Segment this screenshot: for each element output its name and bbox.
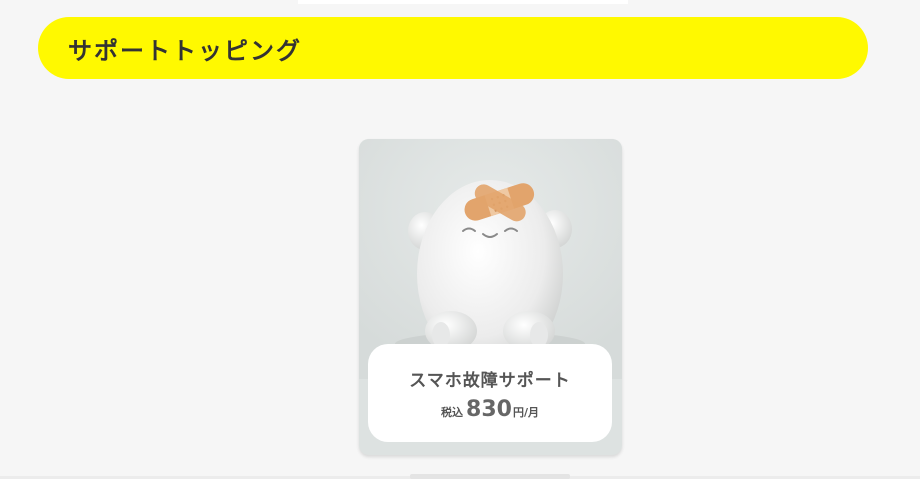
product-info-panel: スマホ故障サポート 税込 830 円/月: [368, 344, 612, 442]
product-name: スマホ故障サポート: [409, 371, 571, 391]
top-divider: [298, 0, 628, 4]
product-card[interactable]: スマホ故障サポート 税込 830 円/月: [359, 139, 622, 455]
section-header: サポートトッピング: [38, 17, 868, 79]
price-row: 税込 830 円/月: [441, 397, 539, 422]
price-unit: 円/月: [512, 406, 539, 419]
mascot-image: [359, 139, 622, 379]
section-title: サポートトッピング: [68, 36, 302, 65]
tax-label: 税込: [441, 406, 464, 419]
bottom-edge: [410, 474, 570, 479]
price-value: 830: [466, 397, 512, 422]
